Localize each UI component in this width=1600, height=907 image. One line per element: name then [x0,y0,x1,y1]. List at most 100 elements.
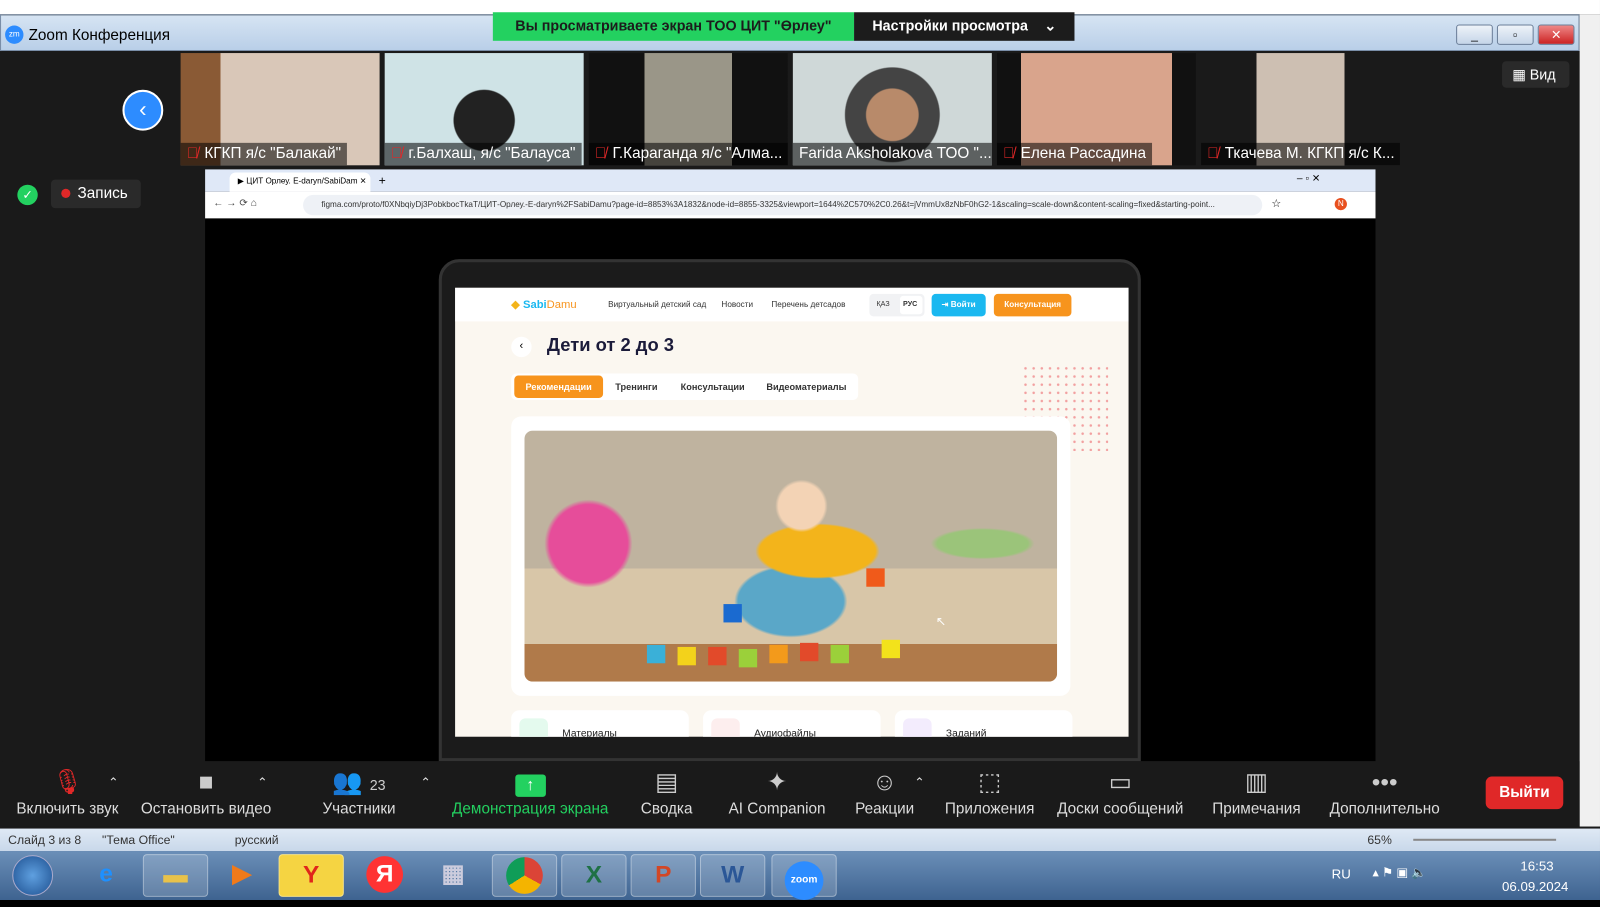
close-button[interactable]: ✕ [1537,24,1575,45]
sabidamu-page: ◆ SabiDamu Виртуальный детский сад Новос… [455,287,1129,737]
minimize-button[interactable]: _ [1456,24,1493,45]
people-icon: 👥 [332,768,363,796]
tab-trainings[interactable]: Тренинги [604,376,669,398]
address-bar[interactable]: figma.com/proto/f0XNbqiyDj3PobkbocTkaT/Ц… [303,194,1263,216]
powerpoint-statusbar: Слайд 3 из 8 "Тема Office" русский 65% [0,828,1600,852]
participants-button[interactable]: 👥 23 Участники [322,765,395,817]
whiteboards-button[interactable]: ▭ Доски сообщений [1057,765,1183,817]
calculator-icon[interactable]: ▦ [420,854,485,897]
explorer-icon[interactable]: ▬ [142,854,209,897]
browser-toolbar: ← → ⟳ ⌂ figma.com/proto/f0XNbqiyDj3Pobkb… [205,191,1376,219]
profile-avatar[interactable]: N [1334,197,1347,211]
recording-badge[interactable]: Запись [51,179,141,209]
nav-link[interactable]: Новости [721,300,753,309]
audio-options-caret[interactable]: ⌃ [108,776,118,790]
tablet-mockup: ◆ SabiDamu Виртуальный детский сад Новос… [438,259,1141,762]
tasks-card[interactable]: Заданий [894,710,1073,737]
chrome-icon[interactable] [491,854,558,897]
yandex-icon[interactable]: Я [352,854,417,897]
word-icon[interactable]: W [699,854,766,897]
new-tab-button[interactable]: + [379,173,386,187]
view-button[interactable]: ▦ Вид [1502,61,1570,88]
more-dots-icon: ••• [1371,768,1398,796]
participant-name: КГКП я/с "Балакай" [204,144,342,163]
notes-button[interactable]: ▥ Примечания [1212,765,1300,817]
nav-buttons[interactable]: ← → ⟳ ⌂ [213,198,257,209]
previous-page-button[interactable]: ‹ [122,89,164,131]
maximize-button[interactable]: ▫ [1496,24,1534,45]
nav-link[interactable]: Перечень детсадов [771,300,845,309]
share-banner: Вы просматриваете экран ТОО ЦИТ "Өрлеу" … [492,12,1075,41]
tray-icons[interactable]: ▴ ⚑ ▣ 🔈 [1372,865,1426,879]
lang-rus[interactable]: РУС [899,295,923,315]
participants-caret[interactable]: ⌃ [420,776,430,790]
reactions-button[interactable]: ☺ Реакции [855,765,914,817]
tab-consultations[interactable]: Консультации [669,376,756,398]
participant-name: Елена Рассадина [1020,144,1147,163]
consultation-button[interactable]: Консультация [993,293,1072,317]
leave-button[interactable]: Выйти [1485,776,1564,810]
browser-minimize-button[interactable]: – ▫ ✕ [1297,173,1321,184]
notes-icon: ▥ [1244,768,1268,796]
more-button[interactable]: ••• Дополнительно [1330,765,1440,817]
powerpoint-icon[interactable]: P [630,854,696,897]
participant-tile[interactable]: 🎙̸ Г.Караганда я/с "Алма... [588,53,788,166]
participant-tile[interactable]: Farida Aksholakova ТОО "... [792,53,992,166]
nav-link[interactable]: Виртуальный детский сад [608,300,706,309]
browser-tab[interactable]: ▶ ЦИТ Орлеу. E-daryn/SabiDam ✕ [229,172,371,192]
site-logo[interactable]: ◆ SabiDamu [511,298,576,311]
ai-companion-button[interactable]: ✦ AI Companion [729,765,826,817]
mouse-cursor-icon: ↖ [935,614,946,629]
share-screen-button[interactable]: ↑ Демонстрация экрана [452,765,608,817]
screen: zm Zoom Конференция _ ▫ ✕ Вы просматрива… [0,0,1600,900]
view-settings-label: Настройки просмотра [872,17,1028,34]
back-button[interactable]: ‹ [511,336,532,358]
shared-screen: ▶ ЦИТ Орлеу. E-daryn/SabiDam ✕ + – ▫ ✕ ←… [205,169,1376,762]
input-language[interactable]: RU [1332,866,1351,881]
mic-muted-icon: 🎙̸ [186,144,199,163]
participant-tile[interactable]: 🎙̸ Елена Рассадина [996,53,1196,166]
tab-videos[interactable]: Видеоматериалы [755,376,858,398]
reactions-caret[interactable]: ⌃ [914,776,924,790]
tab-recommendations[interactable]: Рекомендации [514,375,604,398]
window-title: Zoom Конференция [28,26,171,44]
unmute-button[interactable]: 🎙 Включить звук [16,765,118,817]
ie-icon[interactable]: e [73,854,138,897]
record-dot-icon [61,188,71,198]
login-button[interactable]: ⇥ Войти [931,293,986,317]
slide-counter: Слайд 3 из 8 [8,832,82,847]
zoom-level[interactable]: 65% [1367,833,1392,847]
start-button[interactable] [12,855,54,896]
summary-icon: ▤ [655,768,679,796]
zoom-app-icon[interactable]: zoom [771,854,837,900]
summary-button[interactable]: ▤ Сводка [641,765,693,817]
browser-tabstrip: ▶ ЦИТ Орлеу. E-daryn/SabiDam ✕ + – ▫ ✕ [205,169,1376,192]
sparkle-icon: ✦ [766,768,788,796]
grid-icon: ▦ [1512,66,1530,83]
apps-button[interactable]: ⬚ Приложения [945,765,1035,817]
recording-label: Запись [77,184,128,203]
participant-tile[interactable]: 🎙̸ КГКП я/с "Балакай" [180,53,380,166]
yandex-browser-icon[interactable]: Y [278,854,344,897]
excel-icon[interactable]: X [561,854,627,897]
ppt-scrollbar[interactable] [1579,14,1600,827]
view-settings-dropdown[interactable]: Настройки просмотра ⌄ [853,12,1075,41]
tab-close-icon[interactable]: ✕ [360,177,367,186]
materials-card[interactable]: Материалы [511,710,689,737]
security-shield-icon[interactable]: ✓ [17,184,38,206]
site-header: ◆ SabiDamu Виртуальный детский сад Новос… [455,287,1129,322]
media-player-icon[interactable]: ▶ [209,854,274,897]
language-switch[interactable]: ҚАЗ РУС [869,293,925,317]
audio-card[interactable]: Аудиофайлы [703,710,881,737]
bookmark-star-icon[interactable]: ☆ [1271,197,1281,210]
participant-tile[interactable]: 🎙̸ г.Балхаш, я/с "Балауса" [384,53,584,166]
lang-kaz[interactable]: ҚАЗ [877,301,890,308]
zoom-slider[interactable] [1413,838,1557,841]
clock-time[interactable]: 16:53 [1520,858,1553,873]
theme-name: "Тема Office" [102,832,175,847]
participant-tile[interactable]: 🎙̸ Ткачева М. КГКП я/с К... [1201,53,1400,166]
language-indicator[interactable]: русский [235,833,279,847]
video-options-caret[interactable]: ⌃ [257,776,267,790]
stop-video-button[interactable]: ■ Остановить видео [141,765,271,817]
clock-date[interactable]: 06.09.2024 [1502,879,1568,894]
